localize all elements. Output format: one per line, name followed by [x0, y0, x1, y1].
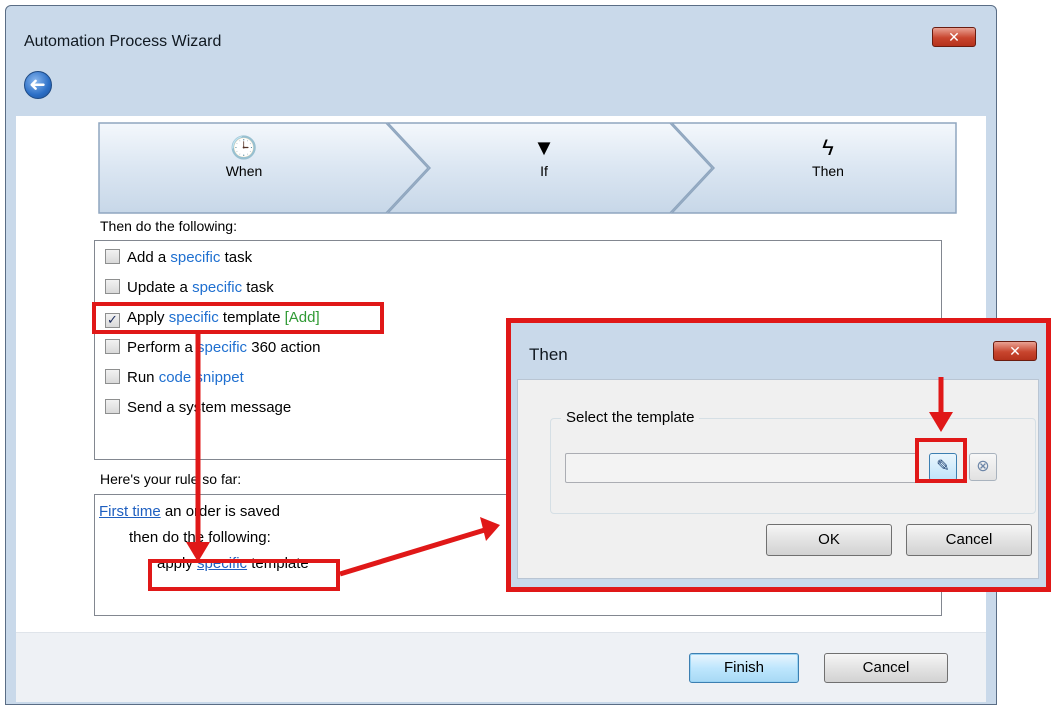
- action-text: Run: [127, 369, 155, 386]
- rule-text: an order is saved: [164, 503, 280, 520]
- wizard-cancel-button[interactable]: Cancel: [824, 653, 948, 683]
- clear-icon: ⊗: [976, 458, 990, 475]
- action-text: Perform a: [127, 339, 193, 356]
- highlight-apply-template: [92, 302, 384, 334]
- window-title: Automation Process Wizard: [24, 33, 222, 50]
- dialog-ok-button[interactable]: OK: [766, 524, 892, 556]
- back-button[interactable]: ➜: [24, 71, 52, 99]
- action-send-message[interactable]: Send a system message: [105, 397, 291, 419]
- step-if[interactable]: ▼ If: [484, 135, 604, 180]
- action-checkbox[interactable]: [105, 249, 120, 264]
- action-text: task: [246, 279, 274, 296]
- step-when[interactable]: 🕒 When: [184, 135, 304, 180]
- wizard-footer: Finish Cancel: [16, 632, 986, 702]
- finish-button[interactable]: Finish: [689, 653, 799, 683]
- step-then[interactable]: ϟ Then: [768, 135, 888, 180]
- action-update-task[interactable]: Update a specific task: [105, 277, 274, 299]
- clear-template-button[interactable]: ⊗: [969, 453, 997, 481]
- action-link[interactable]: code snippet: [159, 369, 244, 386]
- action-link[interactable]: specific: [170, 249, 220, 266]
- action-link[interactable]: specific: [197, 339, 247, 356]
- actions-heading: Then do the following:: [100, 218, 237, 234]
- window-close-button[interactable]: ✕: [932, 27, 976, 47]
- action-checkbox[interactable]: [105, 339, 120, 354]
- rule-line-2: then do the following:: [129, 529, 271, 546]
- action-checkbox[interactable]: [105, 399, 120, 414]
- template-group-label: Select the template: [561, 409, 700, 426]
- action-run-snippet[interactable]: Run code snippet: [105, 367, 244, 389]
- clock-icon: 🕒: [230, 135, 258, 160]
- highlight-rule-template: [148, 559, 340, 591]
- highlight-pick-button: [915, 438, 967, 483]
- step-if-label: If: [540, 163, 548, 179]
- action-link[interactable]: specific: [192, 279, 242, 296]
- rule-line-1: First time an order is saved: [99, 501, 280, 523]
- action-text: task: [224, 249, 253, 266]
- action-perform-360[interactable]: Perform a specific 360 action: [105, 337, 320, 359]
- rule-first-time-link[interactable]: First time: [99, 503, 161, 520]
- action-checkbox[interactable]: [105, 279, 120, 294]
- action-checkbox[interactable]: [105, 369, 120, 384]
- action-text: Add a: [127, 249, 167, 266]
- then-dialog: Then ✕ Select the template ✎ ⊗ OK Cancel: [506, 318, 1051, 592]
- rule-heading: Here's your rule so far:: [100, 471, 242, 487]
- dialog-cancel-button[interactable]: Cancel: [906, 524, 1032, 556]
- filter-icon: ▼: [533, 135, 555, 160]
- step-then-label: Then: [812, 163, 844, 179]
- action-text: Send a system message: [127, 399, 292, 416]
- dialog-close-button[interactable]: ✕: [993, 341, 1037, 361]
- step-bar: 🕒 When ▼ If ϟ Then: [98, 122, 958, 214]
- action-add-task[interactable]: Add a specific task: [105, 247, 252, 269]
- dialog-title: Then: [529, 345, 568, 364]
- action-text: 360 action: [251, 339, 321, 356]
- back-arrow-icon: ➜: [29, 74, 46, 96]
- lightning-icon: ϟ: [822, 135, 834, 160]
- action-text: Update a: [127, 279, 188, 296]
- template-input[interactable]: [565, 453, 917, 483]
- step-when-label: When: [225, 163, 263, 179]
